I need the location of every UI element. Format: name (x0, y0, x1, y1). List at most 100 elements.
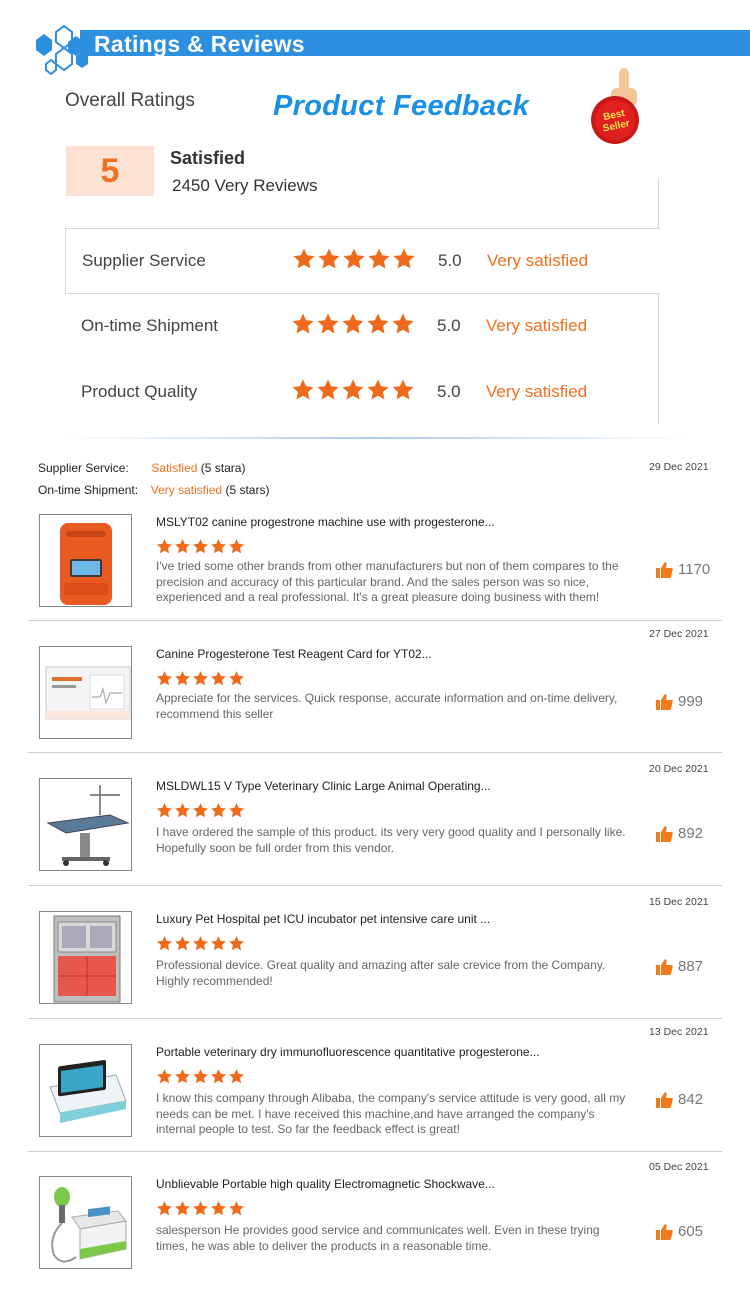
rating-row-supplier-service: Supplier Service 5.0 Very satisfied (65, 228, 660, 294)
review-separator (28, 1151, 722, 1152)
overall-ratings-label: Overall Ratings (65, 90, 195, 111)
star-icon (342, 313, 364, 334)
review-date: 13 Dec 2021 (649, 1026, 709, 1038)
star-icon (175, 671, 190, 686)
product-thumbnail[interactable] (39, 646, 132, 739)
shipment-label: On-time Shipment: (38, 483, 139, 497)
rating-text: Very satisfied (487, 251, 589, 270)
review-product-title[interactable]: Portable veterinary dry immunofluorescen… (156, 1045, 540, 1059)
operating-table-image (46, 785, 130, 866)
product-feedback-title: Product Feedback (273, 90, 530, 122)
star-icon (392, 313, 414, 334)
like-count: 892 (678, 825, 704, 842)
review-product-title[interactable]: Luxury Pet Hospital pet ICU incubator pe… (156, 912, 490, 926)
star-icon (175, 936, 190, 951)
review-stars (156, 802, 246, 824)
like-button[interactable]: 892 (656, 825, 703, 842)
like-button[interactable]: 999 (656, 693, 703, 710)
review-stars (156, 935, 246, 957)
star-icon (211, 671, 226, 686)
review-product-title[interactable]: Canine Progesterone Test Reagent Card fo… (156, 647, 432, 661)
star-icon (318, 248, 340, 269)
panel-border (658, 178, 659, 228)
star-icon (193, 803, 208, 818)
star-icon (157, 936, 172, 951)
shipment-suffix: (5 stars) (225, 483, 270, 497)
rating-row-on-time-shipment: On-time Shipment 5.0 Very satisfied (65, 294, 660, 360)
star-icon (211, 1069, 226, 1084)
product-thumbnail[interactable] (39, 778, 132, 871)
star-icon (229, 539, 244, 554)
star-icon (175, 803, 190, 818)
rating-stars (291, 378, 416, 407)
supplier-service-summary: Supplier Service: Satisfied (5 stara) (38, 461, 245, 475)
review-date: 29 Dec 2021 (649, 461, 709, 473)
like-button[interactable]: 605 (656, 1223, 703, 1240)
like-count: 842 (678, 1091, 704, 1108)
review-text: I have ordered the sample of this produc… (156, 825, 626, 855)
section-divider (60, 437, 690, 439)
rating-stars (291, 312, 416, 341)
like-button[interactable]: 842 (656, 1091, 703, 1108)
rating-score: 5.0 (437, 316, 461, 335)
review-product-title[interactable]: MSLDWL15 V Type Veterinary Clinic Large … (156, 779, 491, 793)
star-icon (211, 803, 226, 818)
star-icon (193, 1201, 208, 1216)
review-date: 27 Dec 2021 (649, 628, 709, 640)
product-thumbnail[interactable] (39, 514, 132, 607)
supplier-service-label: Supplier Service: (38, 461, 129, 475)
rating-score: 5.0 (437, 382, 461, 401)
progesterone-analyzer-image (60, 523, 112, 605)
section-title: Ratings & Reviews (94, 31, 305, 57)
ratings-panel: Supplier Service 5.0 Very satisfied On-t… (65, 228, 660, 424)
rating-score: 5.0 (438, 251, 462, 270)
review-date: 20 Dec 2021 (649, 763, 709, 775)
star-icon (157, 671, 172, 686)
product-thumbnail[interactable] (39, 1044, 132, 1137)
star-icon (229, 936, 244, 951)
star-icon (175, 1069, 190, 1084)
icu-incubator-image (53, 915, 121, 1003)
review-date: 15 Dec 2021 (649, 896, 709, 908)
like-button[interactable]: 887 (656, 958, 703, 975)
thumbs-up-icon (656, 958, 673, 975)
star-icon (367, 313, 389, 334)
review-separator (28, 885, 722, 886)
review-product-title[interactable]: MSLYT02 canine progestrone machine use w… (156, 515, 495, 529)
star-icon (367, 379, 389, 400)
star-icon (211, 1201, 226, 1216)
star-icon (393, 248, 415, 269)
rating-text: Very satisfied (486, 382, 588, 401)
immunofluorescence-analyzer-image (49, 1059, 127, 1123)
hexagon-decoration-icon (36, 24, 88, 76)
star-icon (157, 803, 172, 818)
best-seller-badge-icon: Best Seller (591, 68, 639, 144)
star-icon (211, 539, 226, 554)
reviews-count: 2450 Very Reviews (172, 176, 318, 195)
product-thumbnail[interactable] (39, 1176, 132, 1269)
review-stars (156, 1200, 246, 1222)
like-button[interactable]: 1170 (656, 561, 710, 578)
product-thumbnail[interactable] (39, 911, 132, 1004)
review-text: Appreciate for the services. Quick respo… (156, 691, 618, 721)
like-count: 605 (678, 1223, 704, 1240)
review-text: Professional device. Great quality and a… (156, 958, 606, 988)
like-count: 999 (678, 693, 704, 710)
overall-score: 5 (66, 146, 154, 196)
rating-stars (292, 247, 417, 276)
star-icon (211, 936, 226, 951)
star-icon (292, 313, 314, 334)
star-icon (342, 379, 364, 400)
review-text: I've tried some other brands from other … (156, 559, 619, 604)
star-icon (193, 539, 208, 554)
review-date: 05 Dec 2021 (649, 1161, 709, 1173)
supplier-service-suffix: (5 stara) (200, 461, 246, 475)
rating-label: Product Quality (81, 382, 198, 401)
star-icon (292, 379, 314, 400)
star-icon (293, 248, 315, 269)
review-product-title[interactable]: Unblievable Portable high quality Electr… (156, 1177, 495, 1191)
review-text: I know this company through Alibaba, the… (156, 1091, 626, 1136)
star-icon (229, 671, 244, 686)
shipment-summary: On-time Shipment: Very satisfied (5 star… (38, 483, 269, 497)
supplier-service-value: Satisfied (151, 461, 198, 475)
